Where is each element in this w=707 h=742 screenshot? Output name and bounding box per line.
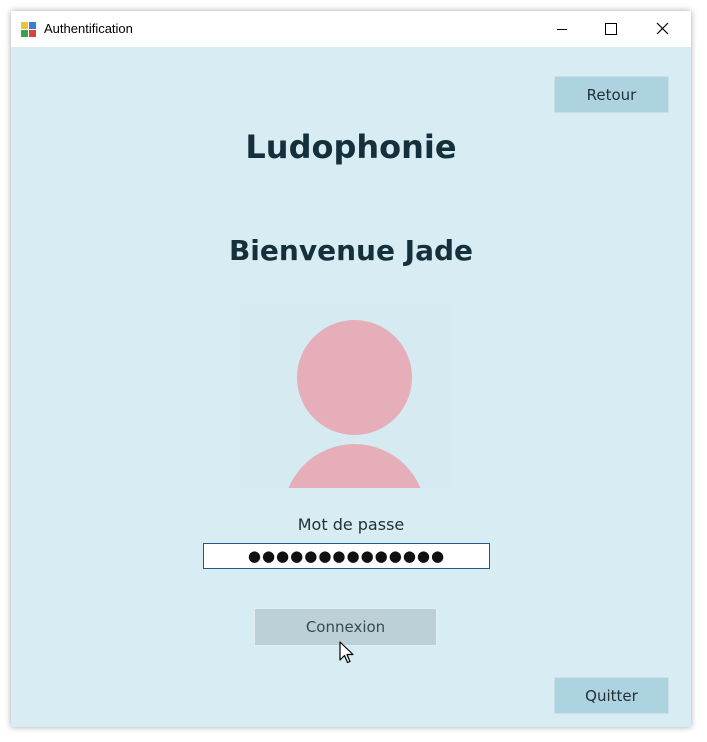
welcome-heading: Bienvenue Jade — [228, 234, 474, 267]
minimize-button[interactable] — [539, 11, 585, 47]
title-bar[interactable]: Authentification — [11, 11, 691, 47]
maximize-icon — [605, 20, 617, 39]
login-button[interactable]: Connexion — [254, 608, 437, 646]
avatar-body — [283, 444, 426, 488]
client-area: Retour Ludophonie Bienvenue Jade Mot de … — [11, 47, 691, 727]
close-button[interactable] — [639, 11, 685, 47]
password-input[interactable]: ●●●●●●●●●●●●●● — [203, 543, 490, 569]
close-icon — [656, 20, 669, 39]
maximize-button[interactable] — [588, 11, 634, 47]
password-label: Mot de passe — [297, 515, 405, 534]
app-icon — [21, 22, 36, 37]
window-title: Authentification — [44, 21, 133, 36]
app-title: Ludophonie — [245, 128, 457, 166]
minimize-icon — [556, 20, 568, 39]
avatar-head — [297, 320, 412, 435]
back-button[interactable]: Retour — [554, 76, 669, 113]
quit-button[interactable]: Quitter — [554, 677, 669, 714]
user-avatar-icon — [240, 304, 451, 488]
auth-window: Authentification Retour Ludophonie Bienv… — [11, 11, 691, 727]
